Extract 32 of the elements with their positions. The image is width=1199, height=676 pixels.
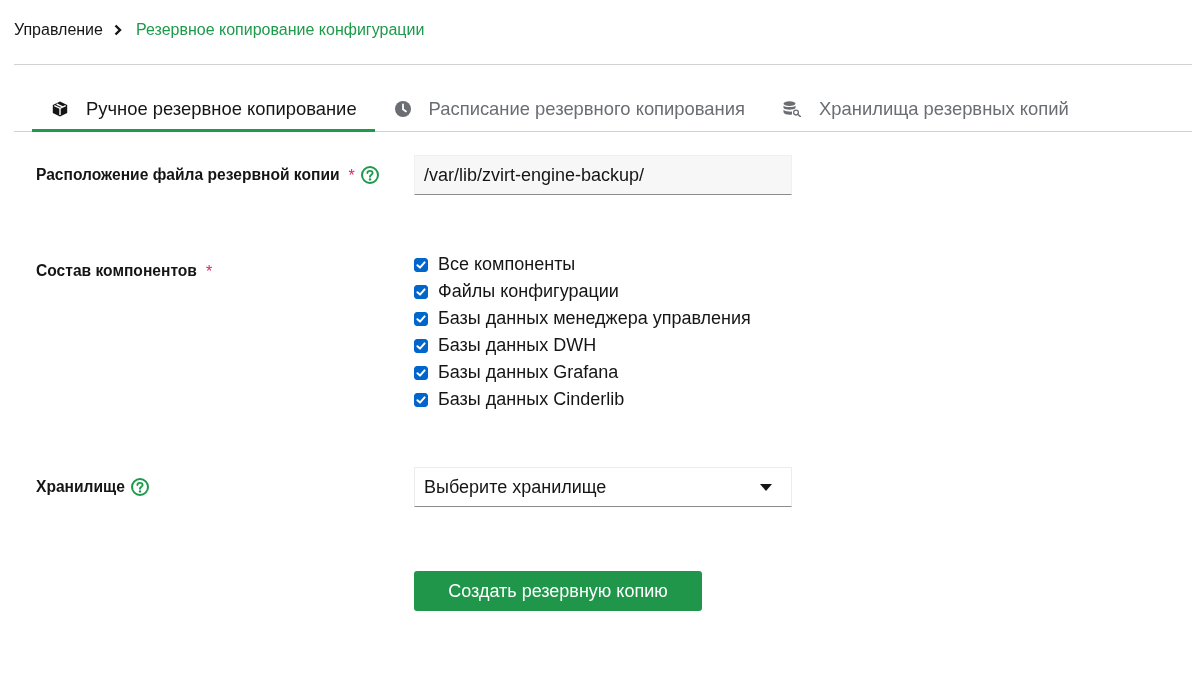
checkbox[interactable]: [414, 365, 428, 380]
field-label: Расположение файла резервной копии: [36, 166, 340, 184]
clock-icon: [394, 101, 411, 117]
path-input-field[interactable]: /var/lib/zvirt-engine-backup/: [414, 155, 792, 195]
breadcrumb-current: Резервное копирование конфигурации: [135, 21, 425, 39]
checkbox[interactable]: [414, 392, 428, 407]
checkbox[interactable]: [414, 284, 428, 299]
tab[interactable]: Хранилища резервных копий: [763, 89, 1087, 132]
checkbox[interactable]: [414, 311, 428, 326]
tab[interactable]: Ручное резервное копирование: [32, 89, 375, 132]
help-icon[interactable]: [130, 478, 149, 496]
help-icon[interactable]: [360, 166, 379, 184]
checkbox-label: Базы данных менеджера управления: [438, 308, 751, 329]
checkbox-label: Файлы конфигурации: [438, 281, 619, 302]
checkbox-label: Базы данных DWH: [438, 335, 597, 356]
storage-select[interactable]: Выберите хранилище: [414, 467, 792, 507]
field-label: Состав компонентов: [36, 262, 197, 280]
chevron-right-icon: [113, 24, 122, 36]
checkbox[interactable]: [414, 257, 428, 272]
cube-icon: [52, 101, 68, 117]
database-search-icon: [783, 101, 801, 117]
required-mark: *: [348, 168, 355, 184]
create-backup-button[interactable]: Создать резервную копию: [414, 571, 702, 611]
tab[interactable]: Расписание резервного копирования: [374, 89, 763, 132]
checkbox-label: Базы данных Grafana: [438, 362, 619, 383]
field-label: Хранилище: [36, 478, 125, 496]
caret-down-icon: [760, 483, 772, 491]
checkbox-label: Базы данных Cinderlib: [438, 389, 625, 410]
breadcrumb-link[interactable]: Управление: [14, 21, 103, 39]
checkbox[interactable]: [414, 338, 428, 353]
required-mark: *: [205, 264, 213, 280]
checkbox-label: Все компоненты: [438, 254, 576, 275]
